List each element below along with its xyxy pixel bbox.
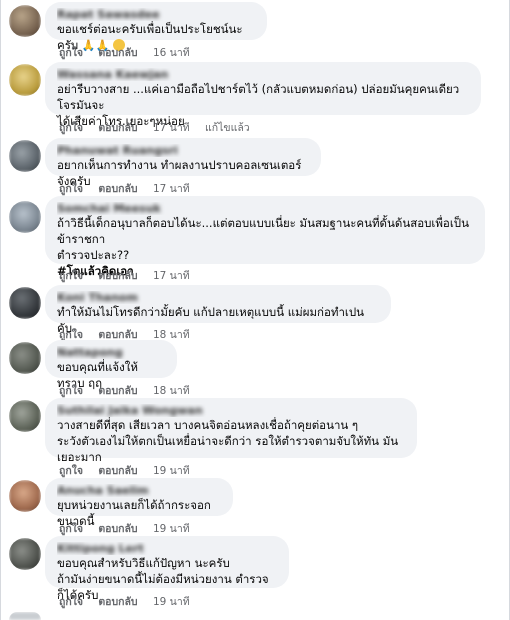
reply-link[interactable]: ตอบกลับ: [98, 47, 137, 59]
commenter-name[interactable]: Phanuwat Ruangsri: [57, 144, 309, 157]
reply-link[interactable]: ตอบกลับ: [98, 122, 137, 134]
avatar[interactable]: [9, 64, 41, 96]
comment-actions: ถูกใจ ตอบกลับ 16 นาที: [59, 44, 202, 61]
comment-actions: ถูกใจ ตอบกลับ 19 นาที: [59, 462, 202, 479]
commenter-name[interactable]: Somchai Meesuk: [57, 202, 473, 215]
comment-time[interactable]: 16 นาที: [153, 47, 190, 59]
comment-time[interactable]: 18 นาที: [153, 385, 190, 397]
comment-text: วางสายดีที่สุด เสียเวลา บางคนจิตอ่อนหลงเ…: [57, 418, 399, 464]
comment-actions: ถูกใจ ตอบกลับ 19 นาที: [59, 520, 202, 537]
commenter-name[interactable]: Nattapong: [57, 346, 165, 359]
comment-actions: ถูกใจ ตอบกลับ 17 นาที: [59, 267, 202, 284]
comment-bubble: Kittipong Lert ขอบคุณสำหรับวิธีแก้ปัญหา …: [45, 536, 289, 602]
reply-link[interactable]: ตอบกลับ: [98, 523, 137, 535]
like-link[interactable]: ถูกใจ: [59, 465, 83, 477]
like-link[interactable]: ถูกใจ: [59, 183, 83, 195]
avatar[interactable]: [9, 5, 41, 37]
like-link[interactable]: ถูกใจ: [59, 47, 83, 59]
avatar[interactable]: [9, 140, 41, 172]
comment-bubble: Nattapong ขอบคุณที่แจ้งให้ทราบ ฤฤ: [45, 340, 177, 390]
comment-bubble: Somchai Meesuk ถ้าวิธีนี้เด็กอนุบาลก็ตอบ…: [45, 196, 485, 278]
comment-bubble: Koni Thanom ทำให้มันไม่โทรดีกว่ามั้ยคับ …: [45, 285, 391, 335]
commenter-name[interactable]: Anucha Saelim: [57, 484, 221, 497]
reply-link[interactable]: ตอบกลับ: [98, 183, 137, 195]
comment-time[interactable]: 19 นาที: [153, 596, 190, 608]
comment-actions: ถูกใจ ตอบกลับ 19 นาที: [59, 593, 202, 610]
comment-actions: ถูกใจ ตอบกลับ 17 นาที: [59, 180, 202, 197]
commenter-name[interactable]: Kittipong Lert: [57, 542, 277, 555]
comment-actions: ถูกใจ ตอบกลับ 18 นาที: [59, 382, 202, 399]
comment-bubble: Wassana Kaewjan อย่ารีบวางสาย ...แค่เอาม…: [45, 62, 481, 128]
reply-link[interactable]: ตอบกลับ: [98, 385, 137, 397]
like-link[interactable]: ถูกใจ: [59, 385, 83, 397]
like-link[interactable]: ถูกใจ: [59, 596, 83, 608]
comment-time[interactable]: 19 นาที: [153, 465, 190, 477]
comment-time[interactable]: 17 นาที: [153, 270, 190, 282]
comment-bubble: Phanuwat Ruangsri อยากเห็นการทำงาน ทำผลง…: [45, 138, 321, 188]
avatar[interactable]: [9, 201, 41, 233]
avatar[interactable]: [9, 342, 41, 374]
avatar[interactable]: [9, 480, 41, 512]
like-link[interactable]: ถูกใจ: [59, 270, 83, 282]
commenter-name[interactable]: Suthilai Jaika Wongwan: [57, 404, 405, 417]
comment-actions: ถูกใจ ตอบกลับ 17 นาที แก้ไขแล้ว: [59, 119, 262, 136]
like-link[interactable]: ถูกใจ: [59, 122, 83, 134]
comment-thread: Rapat Sawasdee ขอแชร์ต่อนะครับเพื่อเป็นป…: [0, 0, 510, 620]
like-link[interactable]: ถูกใจ: [59, 523, 83, 535]
avatar[interactable]: [9, 287, 41, 319]
comment-time[interactable]: 19 นาที: [153, 523, 190, 535]
edited-label[interactable]: แก้ไขแล้ว: [205, 122, 250, 134]
avatar[interactable]: [9, 612, 41, 620]
comment-time[interactable]: 17 นาที: [153, 122, 190, 134]
commenter-name[interactable]: Koni Thanom: [57, 291, 379, 304]
comment-bubble: Rapat Sawasdee ขอแชร์ต่อนะครับเพื่อเป็นป…: [45, 2, 267, 52]
comment-time[interactable]: 17 นาที: [153, 183, 190, 195]
reply-link[interactable]: ตอบกลับ: [98, 465, 137, 477]
avatar[interactable]: [9, 538, 41, 570]
comment-bubble: Suthilai Jaika Wongwan วางสายดีที่สุด เส…: [45, 398, 417, 464]
commenter-name[interactable]: Rapat Sawasdee: [57, 8, 255, 21]
reply-link[interactable]: ตอบกลับ: [98, 596, 137, 608]
comment-bubble: Anucha Saelim ยุบหน่วยงานเลยก็ได้ถ้ากระจ…: [45, 478, 233, 528]
reply-link[interactable]: ตอบกลับ: [98, 270, 137, 282]
avatar[interactable]: [9, 400, 41, 432]
commenter-name[interactable]: Wassana Kaewjan: [57, 68, 469, 81]
